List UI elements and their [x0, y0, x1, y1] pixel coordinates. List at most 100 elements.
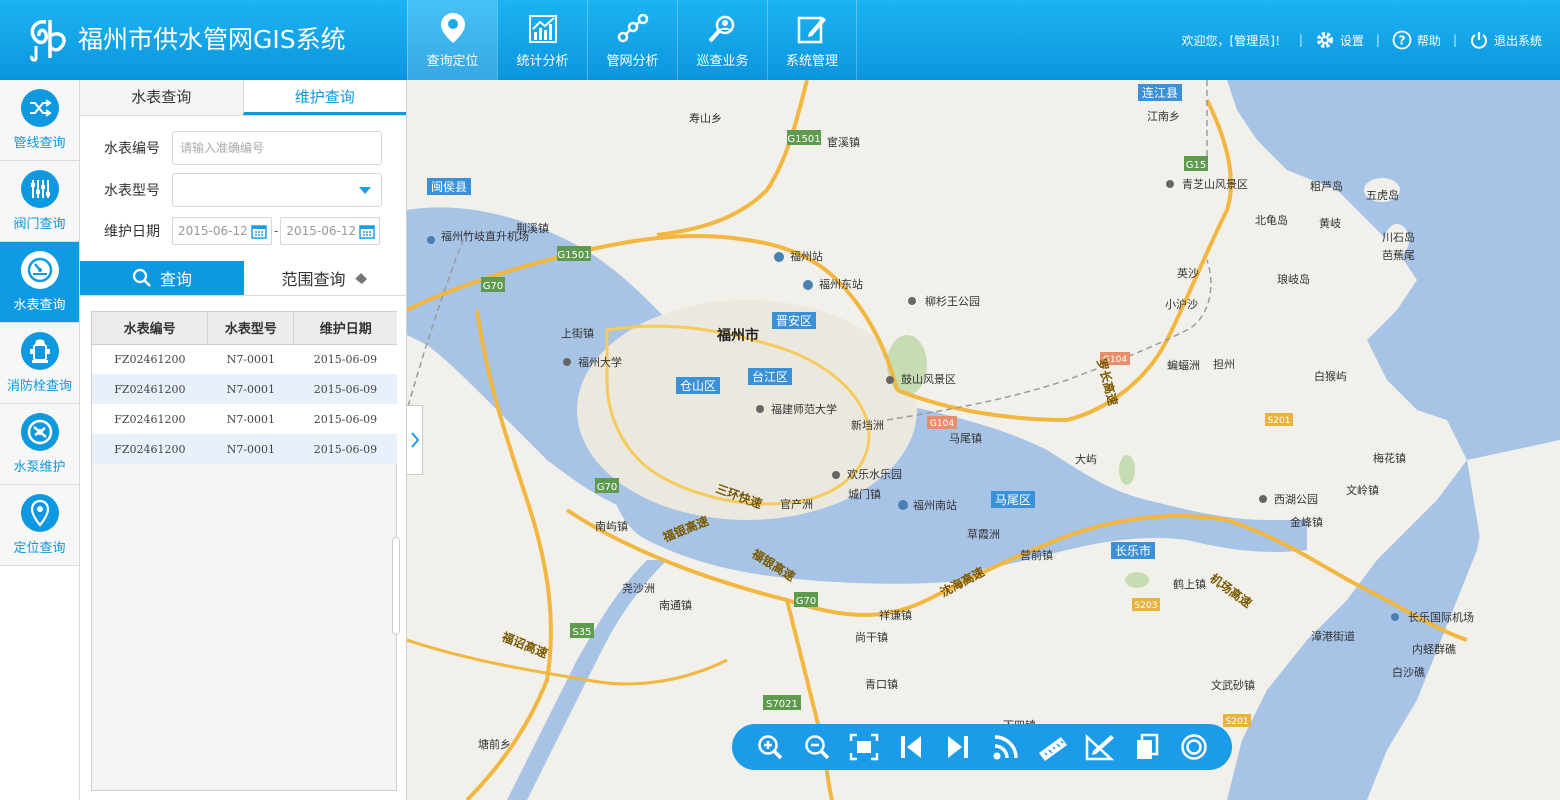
cell-meter-no: FZ02461200: [92, 404, 208, 434]
svg-text:G70: G70: [483, 281, 503, 292]
sidebar-label: 水表查询: [13, 298, 66, 313]
place-label: 青口镇: [865, 677, 898, 691]
zoom-out-button[interactable]: [801, 731, 833, 763]
place-label: 粗芦岛: [1310, 179, 1343, 193]
svg-text:G104: G104: [930, 419, 954, 429]
road-shield: G70: [481, 277, 505, 292]
meter-type-select[interactable]: [172, 173, 382, 207]
table-row[interactable]: FZ02461200 N7-0001 2015-06-09: [92, 374, 397, 404]
tab-meter-query[interactable]: 水表查询: [80, 80, 243, 115]
nav-query-locate[interactable]: 查询定位: [407, 0, 497, 80]
sidebar-item-valve-query[interactable]: 阀门查询: [0, 161, 79, 242]
column-header: 水表编号: [92, 312, 209, 345]
logout-button[interactable]: 退出系统: [1469, 30, 1542, 50]
sidebar-item-location-query[interactable]: 定位查询: [0, 485, 79, 566]
district-label: 晋安区: [772, 312, 816, 329]
map-canvas[interactable]: 闽侯县 连江县 晋安区 台江区 仓山区 马尾区 长乐市 福州市 寿山乡 江南乡 …: [407, 80, 1560, 800]
meter-no-input[interactable]: 请输入准确编号: [172, 131, 382, 165]
place-label: 尧沙洲: [622, 582, 655, 595]
clear-button[interactable]: [1178, 731, 1210, 763]
svg-text:S203: S203: [1135, 601, 1158, 611]
layers-feed-button[interactable]: [990, 731, 1022, 763]
road-shield: G15: [1184, 156, 1208, 171]
place-label: 鹤上镇: [1173, 577, 1206, 591]
scenic-icon: [886, 376, 894, 384]
place-label: 琅岐岛: [1277, 272, 1310, 286]
next-extent-icon: [948, 736, 969, 758]
previous-extent-button[interactable]: [895, 731, 927, 763]
station-icon: [898, 500, 908, 510]
meter-no-label: 水表编号: [104, 141, 160, 157]
svg-text:连江县: 连江县: [1142, 85, 1178, 100]
scrollbar[interactable]: [392, 537, 400, 635]
sidebar-item-meter-query[interactable]: 水表查询: [0, 242, 79, 323]
place-label: 长乐国际机场: [1408, 610, 1474, 624]
date-from-input[interactable]: 2015-06-12: [172, 217, 272, 245]
school-icon: [563, 358, 571, 366]
place-label: 蝙蝠洲: [1167, 358, 1200, 372]
header-bar: 福州市供水管网GIS系统 查询定位 统计分析 管网分析 巡查业务 系统管理 欢迎…: [0, 0, 1560, 80]
range-query-button[interactable]: 范围查询: [244, 261, 407, 295]
measure-distance-button[interactable]: [1037, 731, 1069, 763]
place-label: 欢乐水乐园: [847, 467, 902, 481]
cell-meter-type: N7-0001: [207, 374, 294, 404]
nav-patrol[interactable]: 巡查业务: [677, 0, 767, 80]
help-button[interactable]: ? 帮助: [1392, 30, 1441, 50]
place-label: 梅花镇: [1373, 451, 1406, 465]
nav-statistics[interactable]: 统计分析: [497, 0, 587, 80]
svg-text:马尾区: 马尾区: [995, 493, 1031, 507]
sidebar-label: 水泵维护: [13, 460, 66, 475]
sidebar-item-hydrant-query[interactable]: 消防栓查询: [0, 323, 79, 404]
date-to-input[interactable]: 2015-06-12: [280, 217, 381, 245]
svg-text:S35: S35: [572, 627, 591, 638]
full-extent-button[interactable]: [848, 731, 880, 763]
help-icon: ?: [1392, 30, 1412, 50]
sidebar-item-pump-maintenance[interactable]: 水泵维护: [0, 404, 79, 485]
park-icon: [1259, 495, 1267, 503]
zoom-in-button[interactable]: [754, 731, 786, 763]
calendar-icon[interactable]: [251, 224, 267, 239]
tab-maintenance-query[interactable]: 维护查询: [242, 80, 406, 115]
eraser-icon: [354, 273, 367, 285]
settings-button[interactable]: 设置: [1315, 30, 1364, 50]
place-label: 鼓山风景区: [901, 372, 956, 386]
result-table: 水表编号 水表型号 维护日期 FZ02461200 N7-0001 2015-06-…: [92, 312, 397, 464]
road-shield: S201: [1223, 714, 1251, 727]
query-button[interactable]: 查询: [80, 261, 244, 295]
measure-area-icon: [1085, 734, 1115, 761]
place-label: 担州: [1213, 357, 1235, 371]
sidebar-label: 定位查询: [13, 541, 66, 556]
calendar-icon[interactable]: [359, 224, 376, 239]
sidebar-item-pipeline-query[interactable]: 管线查询: [0, 80, 79, 161]
table-row[interactable]: FZ02461200 N7-0001 2015-06-09: [92, 434, 397, 464]
place-label: 文武砂镇: [1211, 678, 1255, 692]
map-view[interactable]: 闽侯县 连江县 晋安区 台江区 仓山区 马尾区 长乐市 福州市 寿山乡 江南乡 …: [407, 80, 1560, 800]
place-label: 塘前乡: [478, 737, 511, 751]
sidebar-label: 阀门查询: [13, 217, 66, 232]
svg-text:S201: S201: [1268, 416, 1291, 426]
divider: |: [1298, 33, 1303, 47]
next-extent-button[interactable]: [942, 731, 974, 763]
zoom-out-icon: [805, 735, 830, 760]
network-icon: [617, 14, 648, 43]
measure-area-button[interactable]: [1084, 731, 1116, 763]
table-row[interactable]: FZ02461200 N7-0001 2015-06-09: [92, 404, 397, 434]
copy-button[interactable]: [1131, 731, 1163, 763]
place-label: 马尾镇: [949, 431, 982, 445]
place-label: 青芝山风景区: [1182, 178, 1248, 191]
place-label: 北龟岛: [1255, 213, 1288, 227]
svg-text:长乐市: 长乐市: [1115, 543, 1151, 558]
table-row[interactable]: FZ02461200 N7-0001 2015-06-09: [92, 344, 397, 374]
place-label: 福州大学: [578, 355, 622, 369]
nav-label: 管网分析: [606, 54, 659, 69]
park-icon: [908, 297, 916, 305]
place-label: 大屿: [1075, 452, 1097, 466]
zoom-in-icon: [757, 735, 782, 760]
place-label: 柳杉王公园: [925, 294, 980, 308]
nav-network-analysis[interactable]: 管网分析: [587, 0, 677, 80]
result-table-container: 水表编号 水表型号 维护日期 FZ02461200 N7-0001 2015-06-…: [91, 311, 397, 791]
nav-system-admin[interactable]: 系统管理: [767, 0, 857, 80]
nav-label: 系统管理: [785, 54, 838, 69]
panel-collapse-button[interactable]: [407, 405, 423, 475]
chevron-right-icon: [410, 432, 419, 448]
